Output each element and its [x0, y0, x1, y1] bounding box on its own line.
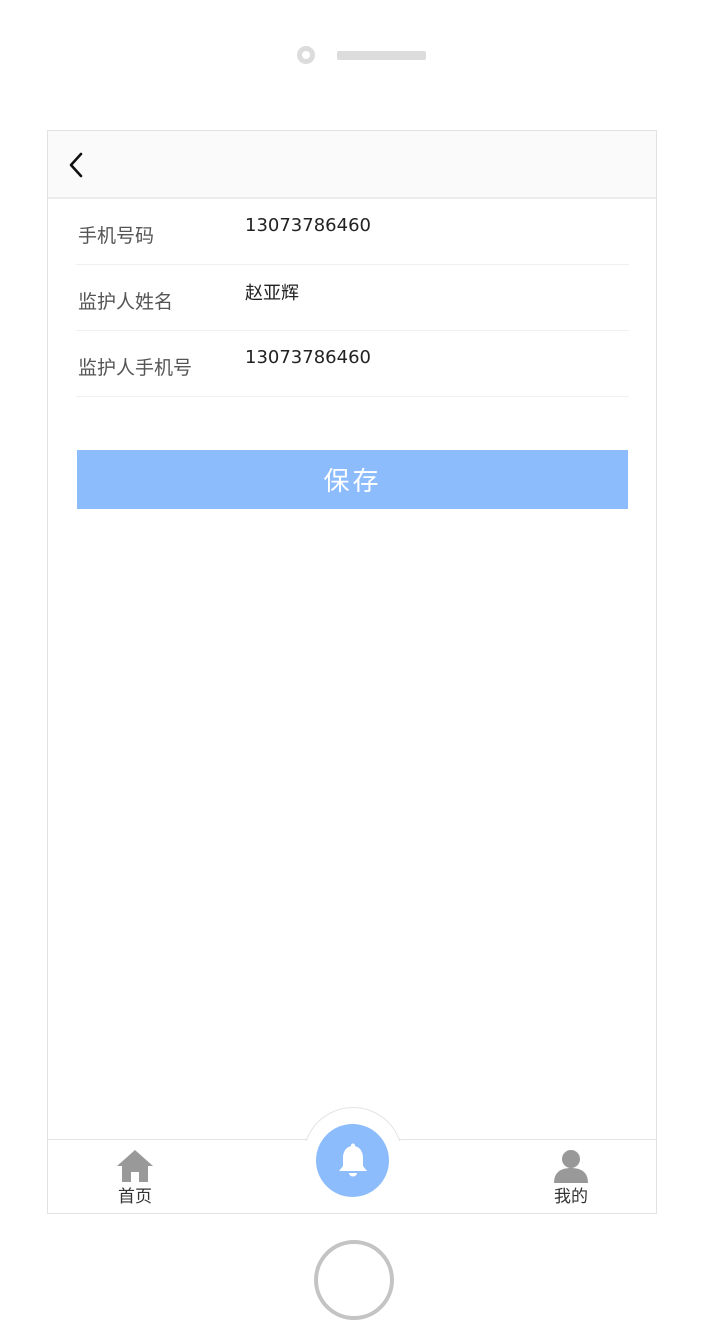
phone-home-button[interactable] [314, 1240, 394, 1320]
guardian-form: 手机号码 监护人姓名 监护人手机号 [76, 199, 629, 397]
home-icon [117, 1150, 153, 1182]
save-button[interactable]: 保存 [77, 450, 628, 509]
phone-input[interactable] [245, 215, 605, 236]
chevron-left-icon [69, 152, 83, 178]
guardian-name-input[interactable] [245, 281, 605, 302]
guardian-phone-label: 监护人手机号 [78, 357, 193, 379]
tab-mine-label: 我的 [554, 1187, 588, 1207]
form-row-guardian-phone: 监护人手机号 [76, 331, 629, 397]
bell-icon [338, 1143, 367, 1176]
phone-speaker [337, 51, 426, 60]
tab-mine[interactable]: 我的 [531, 1148, 611, 1212]
form-row-phone: 手机号码 [76, 199, 629, 265]
app-screen: 手机号码 监护人姓名 监护人手机号 保存 首页 我的 [47, 130, 657, 1214]
user-icon [554, 1150, 588, 1183]
back-button[interactable] [56, 145, 96, 185]
guardian-name-label: 监护人姓名 [78, 291, 174, 313]
phone-label: 手机号码 [78, 225, 155, 247]
guardian-phone-input[interactable] [245, 347, 605, 368]
tab-home-label: 首页 [118, 1187, 152, 1207]
tab-home[interactable]: 首页 [95, 1148, 175, 1212]
phone-camera [297, 46, 315, 64]
nav-bar [48, 131, 656, 199]
form-row-guardian-name: 监护人姓名 [76, 265, 629, 331]
alarm-button[interactable] [316, 1124, 389, 1197]
